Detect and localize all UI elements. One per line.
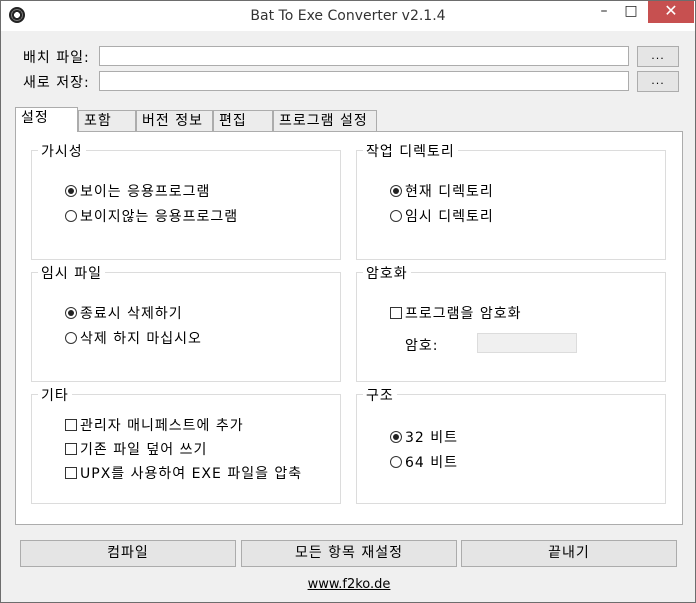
save-as-input[interactable]	[99, 71, 629, 91]
visibility-group: 가시성 보이는 응용프로그램 보이지않는 응용프로그램	[31, 141, 341, 260]
temp-file-group-title: 임시 파일	[38, 263, 105, 283]
radio-mark[interactable]	[390, 210, 402, 222]
save-as-browse-button[interactable]: ...	[637, 71, 679, 92]
reset-all-button[interactable]: 모든 항목 재설정	[241, 540, 457, 567]
other-group-title: 기타	[38, 385, 72, 405]
radio-mark[interactable]	[65, 210, 77, 222]
exit-button[interactable]: 끝내기	[461, 540, 677, 567]
visibility-group-title: 가시성	[38, 141, 86, 161]
tab-version-info[interactable]: 버전 정보	[136, 110, 213, 131]
main-window: Bat To Exe Converter v2.1.4 – □ ✕ 배치 파일:…	[0, 0, 696, 603]
tab-include[interactable]: 포함	[78, 110, 136, 131]
title-bar[interactable]: Bat To Exe Converter v2.1.4 – □ ✕	[1, 1, 695, 31]
password-label: 암호:	[405, 338, 439, 354]
radio-current-dir[interactable]: 현재 디렉토리	[390, 181, 494, 201]
checkbox-mark[interactable]	[65, 443, 77, 455]
tab-program-settings[interactable]: 프로그램 설정	[273, 110, 377, 131]
architecture-group: 구조 32 비트 64 비트	[356, 385, 666, 504]
radio-mark[interactable]	[65, 185, 77, 197]
encryption-group: 암호화 프로그램을 암호화 암호:	[356, 263, 666, 382]
tab-edit[interactable]: 편집	[213, 110, 273, 131]
radio-do-not-delete[interactable]: 삭제 하지 마십시오	[65, 328, 202, 348]
radio-temp-dir[interactable]: 임시 디렉토리	[390, 206, 494, 226]
checkbox-mark[interactable]	[390, 307, 402, 319]
save-as-label: 새로 저장:	[23, 75, 90, 91]
radio-32bit[interactable]: 32 비트	[390, 427, 458, 447]
radio-delete-on-exit[interactable]: 종료시 삭제하기	[65, 303, 183, 323]
checkbox-admin-manifest[interactable]: 관리자 매니페스트에 추가	[65, 415, 244, 435]
radio-mark[interactable]	[65, 332, 77, 344]
checkbox-encrypt-program[interactable]: 프로그램을 암호화	[390, 303, 522, 323]
radio-visible-app[interactable]: 보이는 응용프로그램	[65, 181, 210, 201]
tab-settings[interactable]: 설정	[15, 107, 78, 132]
password-input[interactable]	[477, 333, 577, 353]
website-link[interactable]: www.f2ko.de	[1, 577, 696, 592]
compile-button[interactable]: 컴파일	[20, 540, 236, 567]
batch-file-label: 배치 파일:	[23, 50, 90, 66]
working-dir-group: 작업 디렉토리 현재 디렉토리 임시 디렉토리	[356, 141, 666, 260]
batch-file-input[interactable]	[99, 46, 629, 66]
settings-panel: 가시성 보이는 응용프로그램 보이지않는 응용프로그램 작업 디렉토리 현재 디…	[15, 131, 683, 525]
temp-file-group: 임시 파일 종료시 삭제하기 삭제 하지 마십시오	[31, 263, 341, 382]
radio-mark[interactable]	[65, 307, 77, 319]
checkbox-upx-compress[interactable]: UPX를 사용하여 EXE 파일을 압축	[65, 463, 302, 483]
radio-64bit[interactable]: 64 비트	[390, 452, 458, 472]
checkbox-mark[interactable]	[65, 419, 77, 431]
encryption-group-title: 암호화	[363, 263, 411, 283]
radio-mark[interactable]	[390, 431, 402, 443]
radio-mark[interactable]	[390, 185, 402, 197]
radio-mark[interactable]	[390, 456, 402, 468]
other-group: 기타 관리자 매니페스트에 추가 기존 파일 덮어 쓰기 UPX를 사용하여 E…	[31, 385, 341, 504]
close-button[interactable]: ✕	[648, 1, 694, 23]
batch-file-browse-button[interactable]: ...	[637, 46, 679, 67]
working-dir-group-title: 작업 디렉토리	[363, 141, 458, 161]
radio-invisible-app[interactable]: 보이지않는 응용프로그램	[65, 206, 238, 226]
checkbox-overwrite-existing[interactable]: 기존 파일 덮어 쓰기	[65, 439, 207, 459]
checkbox-mark[interactable]	[65, 467, 77, 479]
maximize-button[interactable]: □	[616, 1, 646, 23]
architecture-group-title: 구조	[363, 385, 397, 405]
